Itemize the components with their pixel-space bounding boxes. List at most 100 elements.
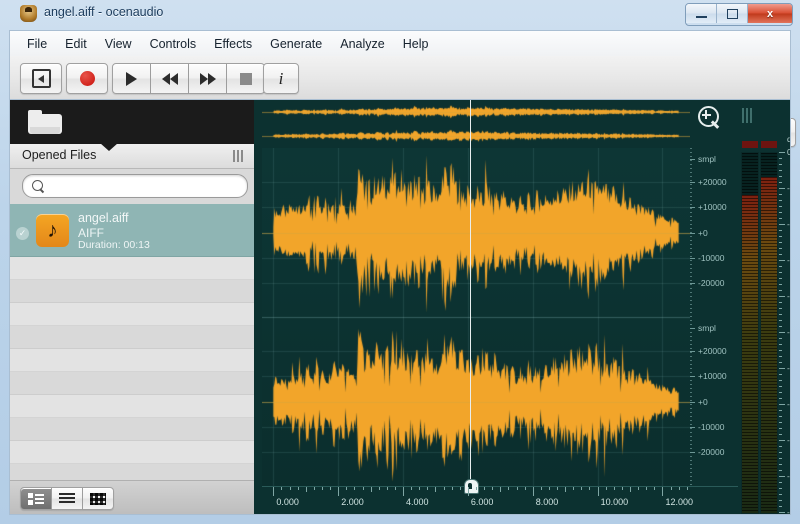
- db-tick-minor: [779, 488, 782, 489]
- list-item[interactable]: ✓ ♪ angel.aiff AIFF Duration: 00:13: [10, 204, 254, 257]
- list-item-empty: [10, 372, 254, 395]
- minimize-button[interactable]: [686, 4, 717, 23]
- scale-tick: [690, 376, 695, 378]
- db-tick-minor: [779, 236, 782, 237]
- grid-view-icon: [90, 492, 106, 505]
- open-file-button[interactable]: [20, 63, 62, 94]
- folder-icon[interactable]: [28, 110, 62, 134]
- search-icon: [32, 180, 43, 191]
- db-tick-minor: [779, 206, 782, 207]
- db-tick-minor: [779, 362, 782, 363]
- scale-tick: [690, 328, 695, 329]
- menu-generate[interactable]: Generate: [261, 34, 331, 54]
- file-duration: Duration: 00:13: [78, 239, 150, 251]
- file-checked-icon[interactable]: ✓: [16, 227, 29, 240]
- menu-help[interactable]: Help: [394, 34, 438, 54]
- scale-tick: [690, 207, 695, 209]
- menu-file[interactable]: File: [18, 34, 56, 54]
- list-item-empty: [10, 441, 254, 464]
- db-tick-minor: [779, 170, 782, 171]
- detail-view-icon: [28, 492, 44, 505]
- record-icon: [79, 71, 95, 86]
- clip-indicator-right[interactable]: [760, 140, 778, 149]
- ruler-tick: [370, 487, 372, 492]
- db-tick-minor: [779, 254, 782, 255]
- amplitude-tick-label: -10000: [698, 421, 725, 432]
- overview-canvas[interactable]: [262, 100, 690, 148]
- db-tick: [779, 476, 785, 477]
- ruler-tick: [476, 487, 477, 490]
- menu-controls[interactable]: Controls: [141, 34, 206, 54]
- info-button[interactable]: i: [263, 63, 299, 94]
- db-tick: [779, 260, 785, 261]
- forward-button[interactable]: [189, 63, 227, 94]
- ruler-tick: [305, 487, 307, 492]
- db-tick-minor: [779, 446, 782, 447]
- ruler-tick: [500, 487, 502, 492]
- time-ruler[interactable]: 0.000 2.000 4.000 6.000 8.000 10.000 12.000: [262, 479, 738, 514]
- view-mode-list-button[interactable]: [52, 487, 83, 510]
- db-tick: [779, 188, 785, 189]
- menu-view[interactable]: View: [96, 34, 141, 54]
- file-format: AIFF: [78, 226, 104, 240]
- db-tick: [779, 404, 785, 405]
- menu-analyze[interactable]: Analyze: [331, 34, 393, 54]
- ruler-tick: [516, 487, 518, 490]
- amplitude-tick-label: -10000: [698, 252, 725, 263]
- record-button[interactable]: [66, 63, 108, 94]
- panel-resize-grip[interactable]: [233, 150, 244, 162]
- search-input[interactable]: [51, 178, 243, 194]
- zoom-in-icon[interactable]: [698, 106, 724, 132]
- playhead-cursor[interactable]: [469, 148, 471, 486]
- sidebar: Opened Files ✓ ♪ angel.aiff AIFF Duratio…: [10, 100, 254, 514]
- play-button[interactable]: [112, 63, 151, 94]
- db-tick-minor: [779, 416, 782, 417]
- sidebar-header: [10, 100, 254, 144]
- music-note-icon: ♪: [36, 214, 69, 247]
- db-tick-label: -30: [787, 327, 790, 337]
- search-box[interactable]: [22, 174, 248, 198]
- ruler-tick: [321, 487, 323, 490]
- ruler-tick: [630, 487, 631, 492]
- clip-indicator-left[interactable]: [741, 140, 759, 149]
- close-button[interactable]: x: [748, 4, 792, 23]
- ruler-tick: [330, 487, 332, 490]
- waveform-canvas-wrapper[interactable]: [262, 148, 690, 486]
- overview-playhead[interactable]: [469, 100, 471, 148]
- db-tick-minor: [779, 278, 782, 279]
- level-meters: 0 -6 -12 -18 -24 -30 -36 -42 -48 -54 -60 dB: [738, 100, 790, 514]
- list-view-icon: [59, 492, 75, 505]
- waveform-canvas[interactable]: [262, 148, 690, 486]
- ruler-tick: [581, 487, 583, 490]
- ruler-tick: [354, 487, 356, 490]
- db-tick-label: -42: [787, 399, 790, 409]
- db-tick: [779, 368, 785, 369]
- stop-icon: [239, 72, 252, 85]
- ruler-tick: [338, 487, 340, 496]
- db-tick-minor: [779, 398, 782, 399]
- meters-resize-grip[interactable]: [742, 108, 754, 123]
- playhead-marker[interactable]: [463, 479, 479, 494]
- db-tick-label: 0: [787, 147, 790, 157]
- ruler-tick: [613, 487, 615, 490]
- app-window: angel.aiff - ocenaudio x File Edit View …: [0, 0, 800, 524]
- scale-tick: [690, 232, 695, 234]
- waveform-overview[interactable]: [262, 100, 690, 149]
- rewind-button[interactable]: [151, 63, 189, 94]
- view-mode-grid-button[interactable]: [83, 487, 114, 510]
- scale-tick: [690, 181, 695, 183]
- db-tick-minor: [779, 290, 782, 291]
- menu-edit[interactable]: Edit: [56, 34, 96, 54]
- db-tick-minor: [779, 164, 782, 165]
- db-tick-minor: [779, 464, 782, 465]
- menu-effects[interactable]: Effects: [205, 34, 261, 54]
- stop-button[interactable]: [227, 63, 265, 94]
- db-tick-label: -48: [787, 435, 790, 445]
- status-bar: [9, 515, 791, 523]
- minimize-icon: [695, 16, 707, 18]
- ruler-label: 2.000: [341, 497, 364, 507]
- amplitude-tick-label: +10000: [698, 371, 727, 382]
- maximize-button[interactable]: [717, 4, 748, 23]
- play-icon: [126, 71, 137, 86]
- view-mode-detail-button[interactable]: [20, 487, 52, 510]
